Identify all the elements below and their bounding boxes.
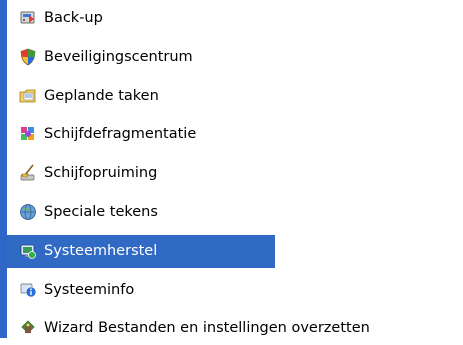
character-map-icon	[20, 204, 36, 220]
menu-item-scheduled-tasks[interactable]: Geplande taken	[7, 80, 463, 113]
menu-item-label: Wizard Bestanden en instellingen overzet…	[44, 320, 370, 336]
menu-left-bar	[0, 0, 7, 338]
menu-item-system-restore[interactable]: Systeemherstel	[7, 235, 275, 268]
disk-cleanup-icon	[20, 164, 35, 181]
security-center-shield-icon	[20, 48, 36, 66]
system-information-icon	[20, 283, 37, 298]
accessories-system-tools-menu: Back-up Beveiligingscentrum Geplande tak…	[0, 0, 463, 338]
menu-item-label: Schijfdefragmentatie	[44, 126, 197, 142]
menu-item-label: Geplande taken	[44, 88, 159, 104]
scheduled-tasks-folder-icon	[19, 89, 36, 103]
transfer-wizard-icon	[21, 320, 35, 334]
menu-item-label: Systeemherstel	[44, 243, 158, 259]
menu-item-character-map[interactable]: Speciale tekens	[7, 196, 463, 229]
backup-icon	[20, 11, 35, 24]
menu-item-label: Back-up	[44, 10, 103, 26]
menu-item-label: Systeeminfo	[44, 282, 135, 298]
menu-item-label: Speciale tekens	[44, 204, 158, 220]
menu-item-system-information[interactable]: Systeeminfo	[7, 274, 463, 307]
menu-item-backup[interactable]: Back-up	[7, 2, 463, 35]
menu-item-security-center[interactable]: Beveiligingscentrum	[7, 41, 463, 74]
menu-item-label: Schijfopruiming	[44, 165, 158, 181]
system-restore-icon	[20, 244, 36, 259]
menu-item-label: Beveiligingscentrum	[44, 49, 193, 65]
disk-defragmenter-icon	[21, 127, 34, 140]
menu-item-disk-cleanup[interactable]: Schijfopruiming	[7, 157, 463, 190]
menu-item-transfer-wizard[interactable]: Wizard Bestanden en instellingen overzet…	[7, 312, 463, 345]
menu-item-disk-defragmenter[interactable]: Schijfdefragmentatie	[7, 118, 463, 151]
